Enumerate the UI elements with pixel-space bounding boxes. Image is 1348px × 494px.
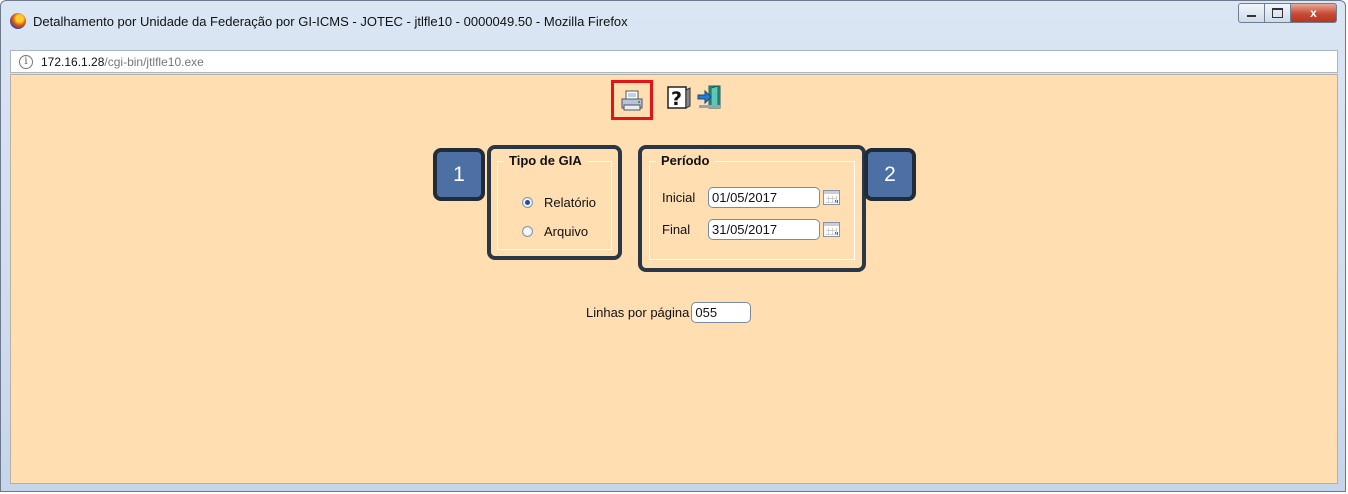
calendar-icon[interactable]	[823, 222, 840, 237]
radio-label: Arquivo	[544, 224, 589, 239]
calendar-icon-marker	[835, 232, 838, 235]
window-controls: x	[1238, 3, 1337, 23]
periodo-group: Período Inicial Final	[649, 153, 855, 260]
linhas-input[interactable]	[691, 302, 752, 323]
help-icon: ?	[667, 86, 691, 110]
close-button[interactable]: x	[1291, 3, 1337, 23]
callout-1: 1	[433, 148, 485, 201]
radio-arquivo[interactable]: Arquivo	[522, 224, 588, 239]
final-label: Final	[662, 222, 691, 237]
inicial-label: Inicial	[662, 190, 696, 205]
firefox-icon	[10, 13, 26, 29]
calendar-icon[interactable]	[823, 190, 840, 205]
url-bar[interactable]: i 172.16.1.28/cgi-bin/jtlfle10.exe	[10, 50, 1338, 73]
callout-2: 2	[864, 148, 916, 201]
periodo-legend: Período	[656, 153, 715, 168]
inicial-date-input[interactable]	[708, 187, 820, 208]
title-bar: Detalhamento por Unidade da Federação po…	[1, 1, 1347, 47]
printer-icon	[621, 90, 643, 111]
help-button[interactable]: ?	[666, 84, 692, 110]
radio-relatorio[interactable]: Relatório	[522, 195, 596, 210]
final-date-input[interactable]	[708, 219, 820, 240]
maximize-button[interactable]	[1265, 3, 1291, 23]
window-title: Detalhamento por Unidade da Federação po…	[33, 14, 628, 29]
inicial-row: Inicial	[662, 187, 840, 208]
calendar-icon-marker	[835, 200, 838, 203]
tipo-gia-legend: Tipo de GIA	[504, 153, 587, 168]
radio-label: Relatório	[544, 195, 597, 210]
tipo-gia-group: Tipo de GIA Relatório Arquivo	[497, 153, 612, 250]
browser-window: Detalhamento por Unidade da Federação po…	[0, 0, 1346, 492]
exit-icon	[697, 85, 721, 109]
linhas-row: Linhas por página	[586, 302, 752, 323]
maximize-icon	[1272, 8, 1283, 18]
final-row: Final	[662, 219, 840, 240]
url-host: 172.16.1.28	[41, 54, 105, 69]
page-content: ? 1 Tipo de GIA Relatório Arquivo 2 Perí…	[10, 74, 1338, 484]
radio-button[interactable]	[522, 226, 533, 237]
minimize-button[interactable]	[1238, 3, 1265, 23]
exit-button[interactable]	[697, 84, 723, 110]
radio-button[interactable]	[522, 197, 533, 208]
info-icon[interactable]: i	[19, 54, 33, 69]
svg-text:?: ?	[671, 88, 682, 110]
linhas-label: Linhas por página	[586, 305, 690, 320]
url-path: /cgi-bin/jtlfle10.exe	[104, 54, 204, 69]
print-button[interactable]	[611, 80, 653, 120]
minimize-icon	[1247, 15, 1256, 17]
